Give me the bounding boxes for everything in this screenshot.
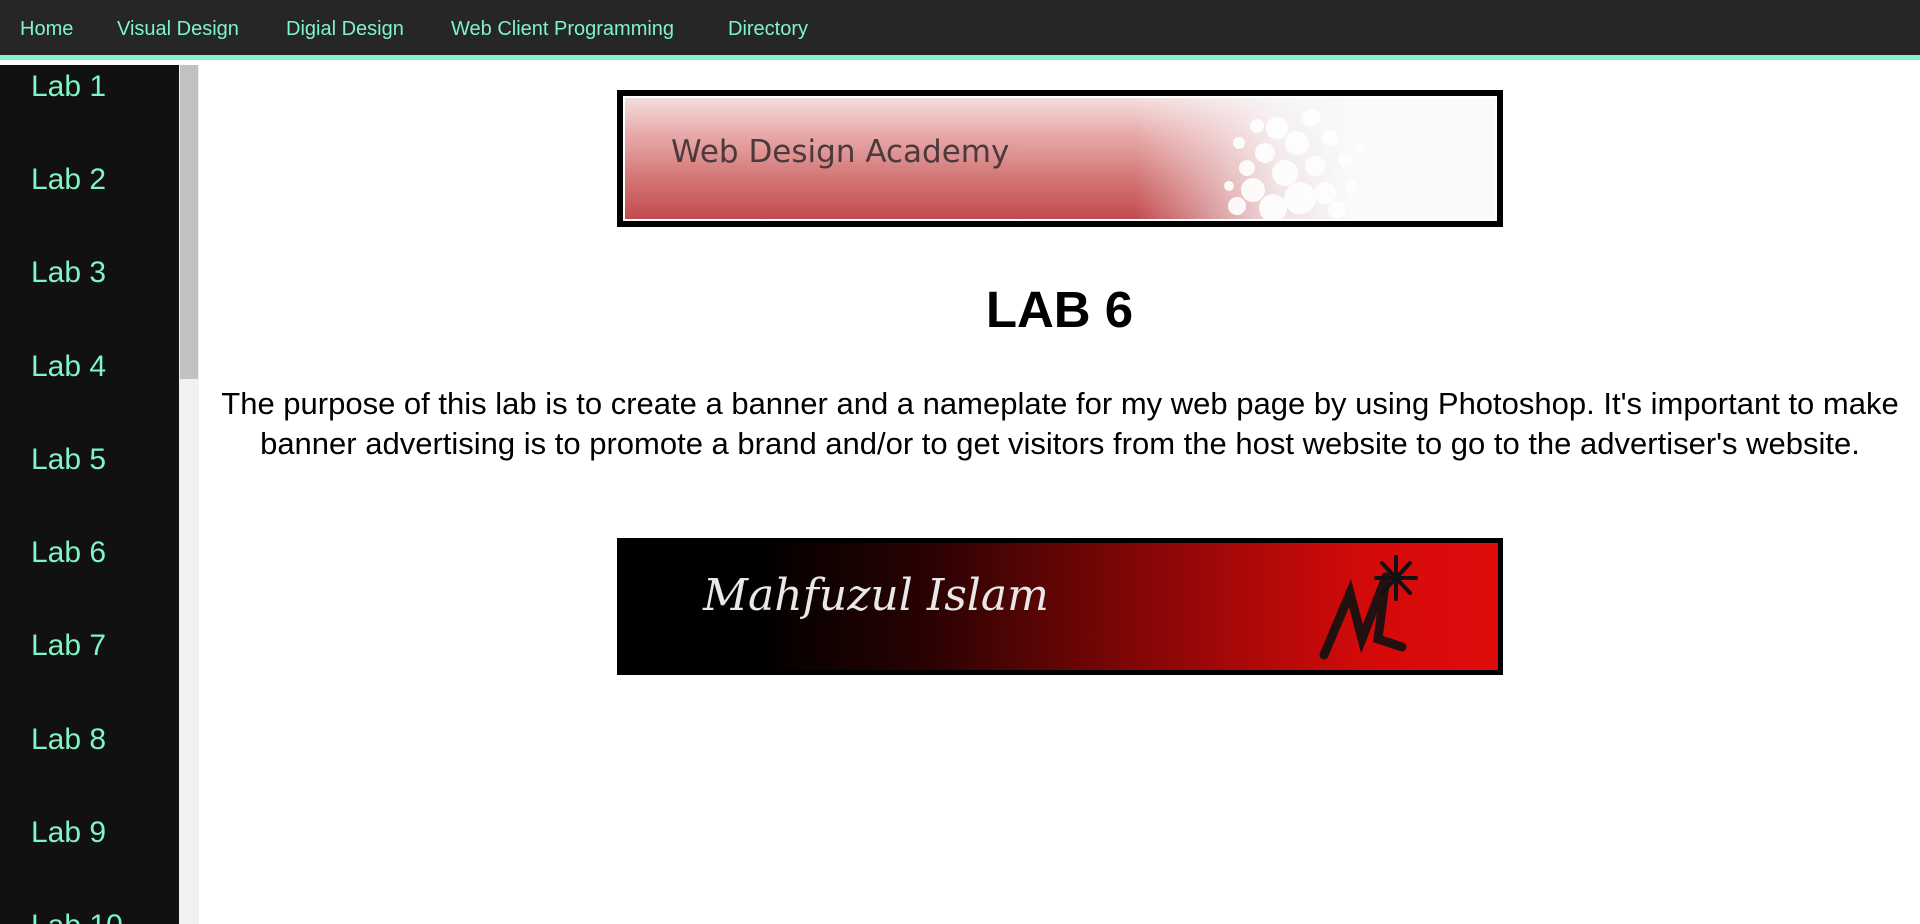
sidebar-item-lab-3[interactable]: Lab 3 — [31, 256, 106, 290]
scrollbar-thumb[interactable] — [180, 65, 198, 379]
nav-directory-link[interactable]: Directory — [728, 18, 808, 41]
banner-gradient: Web Design Academy — [625, 98, 1495, 219]
sidebar-item-lab-8[interactable]: Lab 8 — [31, 723, 106, 757]
sidebar-item-lab-9[interactable]: Lab 9 — [31, 816, 106, 850]
nav-visual-design-link[interactable]: Visual Design — [117, 18, 239, 41]
sidebar-item-lab-7[interactable]: Lab 7 — [31, 629, 106, 663]
banner-title: Web Design Academy — [671, 134, 1010, 170]
nav-digial-design-link[interactable]: Digial Design — [286, 18, 404, 41]
sidebar-item-lab-1[interactable]: Lab 1 — [31, 70, 106, 104]
page-title: LAB 6 — [985, 281, 1134, 338]
nav-web-client-programming-link[interactable]: Web Client Programming — [451, 18, 674, 41]
lab-description: The purpose of this lab is to create a b… — [221, 386, 1899, 461]
sidebar-item-lab-10[interactable]: Lab 10 — [31, 909, 123, 924]
sidebar-item-lab-4[interactable]: Lab 4 — [31, 350, 106, 384]
nameplate-banner: Mahfuzul Islam — [617, 538, 1503, 675]
sidebar-item-lab-5[interactable]: Lab 5 — [31, 443, 106, 477]
web-design-academy-banner: Web Design Academy — [617, 90, 1503, 227]
sidebar-item-lab-2[interactable]: Lab 2 — [31, 163, 106, 197]
sidebar-item-lab-6[interactable]: Lab 6 — [31, 536, 106, 570]
sidebar: Lab 1 Lab 2 Lab 3 Lab 4 Lab 5 Lab 6 Lab … — [0, 65, 179, 924]
top-navigation: Home Visual Design Digial Design Web Cli… — [0, 0, 1920, 60]
nav-home-link[interactable]: Home — [20, 18, 73, 41]
sidebar-scrollbar[interactable] — [179, 65, 199, 924]
nameplate-name: Mahfuzul Islam — [703, 570, 1049, 621]
monogram-logo — [1319, 555, 1418, 660]
